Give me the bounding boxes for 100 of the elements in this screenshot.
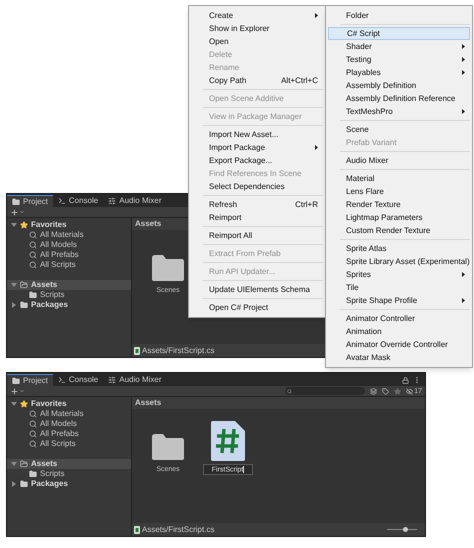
menu-item[interactable]: Assembly Definition Reference: [328, 92, 470, 105]
tree-item[interactable]: Assets: [7, 280, 131, 290]
menu-item[interactable]: Assembly Definition: [328, 79, 470, 92]
tree-item[interactable]: Favorites: [7, 399, 131, 409]
menu-item[interactable]: Import New Asset...: [191, 128, 323, 141]
star-icon[interactable]: [394, 388, 402, 394]
menu-item[interactable]: Create: [191, 9, 323, 22]
folder-icon: [12, 198, 20, 206]
menu-item[interactable]: Animator Override Controller: [328, 338, 470, 351]
tree-label: All Models: [40, 241, 77, 249]
submenu-arrow-icon: [315, 145, 318, 150]
tree-item[interactable]: Packages: [7, 300, 131, 310]
add-button[interactable]: [10, 208, 25, 216]
expanded-arrow-icon[interactable]: [11, 282, 17, 288]
tree-item[interactable]: Scripts: [7, 469, 131, 479]
menu-item[interactable]: Update UIElements Schema: [191, 283, 323, 296]
menu-item[interactable]: Avatar Mask: [328, 351, 470, 364]
expanded-arrow-icon[interactable]: [11, 461, 17, 467]
menu-item[interactable]: Audio Mixer: [328, 154, 470, 167]
sliders-icon: [108, 376, 116, 384]
menu-item[interactable]: TextMeshPro: [328, 105, 470, 118]
menu-item[interactable]: Import Package: [191, 141, 323, 154]
menu-item[interactable]: Copy Path Alt+Ctrl+C: [191, 74, 323, 87]
breadcrumb[interactable]: Assets: [135, 399, 162, 407]
menu-item[interactable]: Animation: [328, 325, 470, 338]
menu-item[interactable]: Testing: [328, 53, 470, 66]
plus-icon: [10, 208, 19, 216]
menu-item[interactable]: Sprite Shape Profile: [328, 294, 470, 307]
expanded-arrow-icon[interactable]: [11, 222, 17, 228]
star-icon: [20, 221, 28, 229]
tree-label: Scripts: [40, 291, 64, 299]
menu-item[interactable]: Custom Render Texture: [328, 224, 470, 237]
tree-item[interactable]: All Scripts: [7, 439, 131, 449]
menu-item[interactable]: Reimport: [191, 211, 323, 224]
tree-item[interactable]: Packages: [7, 479, 131, 489]
menu-item[interactable]: Lightmap Parameters: [328, 211, 470, 224]
tree-item[interactable]: All Models: [7, 240, 131, 250]
tree-item[interactable]: All Materials: [7, 409, 131, 419]
menu-item[interactable]: Sprite Library Asset (Experimental): [328, 255, 474, 268]
panel-tab[interactable]: Console: [52, 374, 104, 386]
menu-item[interactable]: Reimport All: [191, 229, 323, 242]
menu-item[interactable]: Material: [328, 172, 470, 185]
search-icon: [29, 440, 37, 448]
menu-item[interactable]: Sprites: [328, 268, 470, 281]
tree-label: Packages: [31, 301, 68, 309]
add-button[interactable]: [10, 386, 25, 396]
menu-item[interactable]: Render Texture: [328, 198, 470, 211]
tree-item[interactable]: All Prefabs: [7, 429, 131, 439]
tree-item[interactable]: Favorites: [7, 220, 131, 230]
tag-icon[interactable]: [382, 388, 390, 394]
menu-item[interactable]: Shader: [328, 40, 470, 53]
expanded-arrow-icon[interactable]: [11, 401, 17, 407]
menu-item[interactable]: Playables: [328, 66, 470, 79]
collapsed-arrow-icon[interactable]: [11, 302, 17, 308]
search-icon: [29, 231, 37, 239]
menu-item[interactable]: Show in Explorer: [191, 22, 323, 35]
caret-icon: [19, 388, 25, 394]
tree-item[interactable]: All Models: [7, 419, 131, 429]
folder-icon: [20, 281, 28, 289]
star-icon: [20, 400, 28, 408]
menu-item[interactable]: Tile: [328, 281, 470, 294]
panel-tab[interactable]: Audio Mixer: [103, 195, 167, 207]
tree-item[interactable]: Scripts: [7, 290, 131, 300]
search-field[interactable]: [285, 387, 366, 395]
folder-icon: [20, 301, 28, 309]
collapsed-arrow-icon[interactable]: [11, 481, 17, 487]
tree-label: Assets: [31, 460, 58, 468]
lock-icon[interactable]: [402, 376, 409, 384]
layers-icon[interactable]: [370, 388, 378, 394]
panel-tab[interactable]: Audio Mixer: [103, 374, 167, 386]
tree-item[interactable]: All Materials: [7, 230, 131, 240]
menu-item[interactable]: Open C# Project: [191, 301, 323, 314]
submenu-arrow-icon: [462, 57, 465, 62]
tree-label: Packages: [31, 480, 68, 488]
slider-thumb[interactable]: [402, 527, 408, 532]
panel-tab[interactable]: Project: [7, 374, 53, 386]
zoom-slider[interactable]: [387, 526, 417, 532]
menu-item[interactable]: Open: [191, 35, 323, 48]
submenu-arrow-icon: [315, 13, 318, 18]
menu-item[interactable]: Export Package...: [191, 154, 323, 167]
status-path: Assets/FirstScript.cs: [142, 346, 214, 354]
menu-item[interactable]: Sprite Atlas: [328, 242, 470, 255]
menu-item[interactable]: Lens Flare: [328, 185, 470, 198]
eye-off-icon: [406, 388, 414, 394]
tree-item[interactable]: All Scripts: [7, 260, 131, 270]
tree-label: All Materials: [40, 410, 84, 418]
breadcrumb[interactable]: Assets: [135, 220, 162, 228]
menu-item[interactable]: Folder: [328, 9, 470, 22]
tree-item[interactable]: Assets: [7, 459, 131, 469]
menu-item[interactable]: Select Dependencies: [191, 180, 323, 193]
plus-icon: [10, 386, 19, 396]
panel-tab[interactable]: Project: [7, 195, 53, 207]
submenu-arrow-icon: [462, 44, 465, 49]
menu-item[interactable]: Refresh Ctrl+R: [191, 198, 323, 211]
panel-tab[interactable]: Console: [52, 195, 104, 207]
menu-item[interactable]: Scene: [328, 123, 470, 136]
menu-item[interactable]: C# Script: [328, 27, 470, 40]
menu-item[interactable]: Animator Controller: [328, 312, 470, 325]
tree-item[interactable]: All Prefabs: [7, 250, 131, 260]
folder-icon: [151, 254, 185, 282]
